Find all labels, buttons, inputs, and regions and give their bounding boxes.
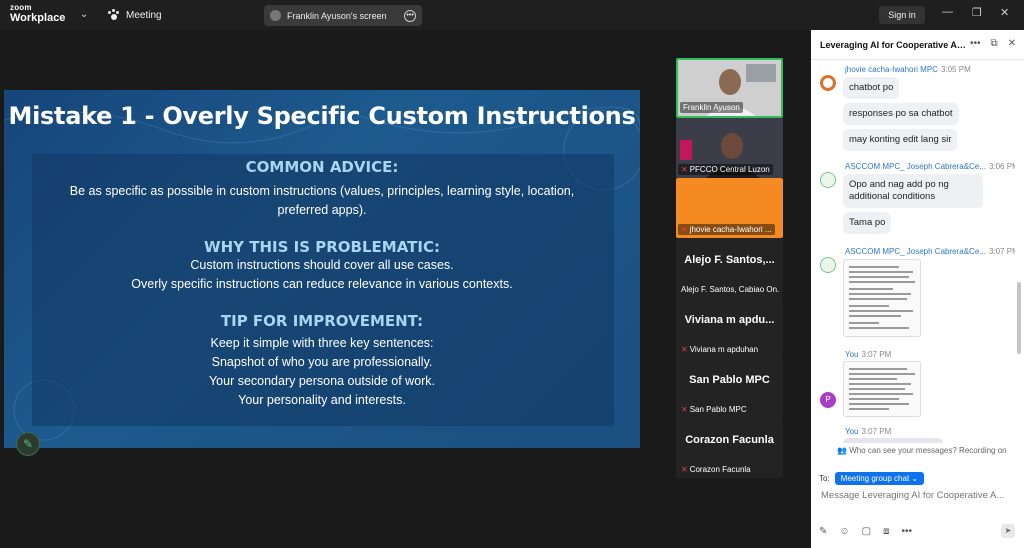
participant-tile[interactable]: Viviana m apdu... ✕ Viviana m apduhan [676, 298, 783, 358]
participant-tile[interactable]: Corazon Facunla ✕ Corazon Facunla [676, 418, 783, 478]
sign-in-button[interactable]: Sign in [879, 6, 925, 24]
participant-display-name: Alejo F. Santos,... [684, 254, 775, 266]
screen-share-indicator[interactable]: Franklin Ayuson's screen ••• [264, 5, 422, 26]
chevron-down-icon: ⌄ [911, 474, 919, 483]
screen-share-label: Franklin Ayuson's screen [287, 10, 387, 21]
section-why-problematic: WHY THIS IS PROBLEMATIC: Custom instruct… [4, 238, 640, 294]
recipient-row: To: Meeting group chat ⌄ [819, 472, 925, 485]
close-icon[interactable]: ✕ [1000, 6, 1009, 19]
more-options-icon[interactable]: ••• [901, 526, 912, 537]
file-icon[interactable]: ▢ [862, 526, 871, 537]
participant-name: ✕ jhovie cacha-Iwahori ... [678, 224, 775, 235]
section-heading: COMMON ADVICE: [245, 158, 399, 176]
chat-header-actions: ••• ⧉ ✕ [970, 38, 1016, 49]
chat-bubble[interactable]: may konting edit lang sir [843, 129, 958, 151]
section-common-advice: COMMON ADVICE: Be as specific as possibl… [4, 158, 640, 220]
avatar [820, 75, 836, 91]
avatar [820, 172, 836, 188]
format-icon[interactable]: ✎ [819, 526, 827, 537]
chat-scrollbar[interactable] [1017, 282, 1021, 354]
message-sender: You 3:07 PM [845, 350, 892, 359]
chat-bubble[interactable]: Tama po [843, 212, 892, 234]
minimize-icon[interactable]: — [942, 6, 953, 18]
chat-bubble[interactable]: responses po sa chatbot [843, 103, 959, 125]
mic-muted-icon: ✕ [681, 165, 688, 174]
meeting-tab[interactable]: Meeting [108, 9, 162, 21]
shared-screen-slide: Mistake 1 - Overly Specific Custom Instr… [4, 90, 640, 448]
participant-name: ✕ Viviana m apduhan [681, 345, 759, 354]
avatar [820, 257, 836, 273]
paw-icon [108, 9, 120, 21]
section-line: Your personality and interests. [238, 393, 406, 407]
message-sender: ASCCOM MPC_ Joseph Cabrera&Ce...3:06 PM [845, 162, 1015, 171]
send-icon[interactable]: ➤ [1001, 524, 1015, 538]
participant-name: Franklin Ayuson [680, 102, 743, 113]
image-attachment[interactable] [843, 361, 921, 417]
section-heading: TIP FOR IMPROVEMENT: [220, 312, 424, 330]
emoji-icon[interactable]: ☺ [839, 526, 849, 537]
section-line: preferred apps). [277, 203, 367, 217]
recipient-dropdown[interactable]: Meeting group chat ⌄ [834, 472, 925, 485]
message-sender: jhovie cacha-Iwahori MPC 3:05 PM [845, 65, 971, 74]
mic-muted-icon: ✕ [681, 225, 688, 234]
section-heading: WHY THIS IS PROBLEMATIC: [204, 238, 440, 256]
avatar [270, 10, 281, 21]
chat-message-list[interactable]: jhovie cacha-Iwahori MPC 3:05 PM chatbot … [811, 61, 1015, 443]
section-line: Snapshot of who you are professionally. [211, 355, 433, 369]
participant-name: Alejo F. Santos, Cabiao On... [681, 285, 780, 294]
participant-tile[interactable]: San Pablo MPC ✕ San Pablo MPC [676, 358, 783, 418]
chat-header: Leveraging AI for Cooperative Ad... ••• … [811, 30, 1024, 60]
participant-name: ✕ PFCCO Central Luzon [678, 164, 773, 175]
image-thumbnail [849, 368, 915, 410]
chat-message-input[interactable] [821, 490, 1015, 501]
participant-tile[interactable]: Franklin Ayuson [676, 58, 783, 118]
chat-toolbar: ✎ ☺ ▢ ⧈ ••• [819, 526, 912, 537]
pop-out-icon[interactable]: ⧉ [990, 38, 997, 49]
to-label: To: [819, 474, 830, 483]
mic-muted-icon: ✕ [681, 345, 688, 354]
section-line: Custom instructions should cover all use… [190, 258, 454, 272]
avatar: P [820, 392, 836, 408]
participant-name: ✕ Corazon Facunla [681, 465, 751, 474]
image-thumbnail [849, 266, 915, 329]
more-options-icon[interactable]: ••• [970, 38, 981, 49]
mic-muted-icon: ✕ [681, 405, 688, 414]
message-sender: ASCCOM MPC_ Joseph Cabrera&Ce...3:07 PM [845, 247, 1015, 256]
participant-tile[interactable]: Alejo F. Santos,... Alejo F. Santos, Cab… [676, 238, 783, 298]
section-line: Your secondary persona outside of work. [208, 374, 436, 388]
participant-tile[interactable]: ✕ jhovie cacha-Iwahori ... [676, 178, 783, 238]
restore-icon[interactable]: ❐ [972, 6, 982, 19]
chat-title: Leveraging AI for Cooperative Ad... [820, 40, 968, 50]
slide-title: Mistake 1 - Overly Specific Custom Instr… [8, 102, 636, 130]
message-sender: You 3:07 PM [845, 427, 892, 436]
participant-display-name: San Pablo MPC [689, 374, 770, 386]
chevron-down-icon[interactable]: ⌄ [80, 9, 88, 20]
visibility-notice[interactable]: 👥 Who can see your messages? Recording o… [837, 446, 1007, 455]
participant-display-name: Viviana m apdu... [684, 314, 775, 326]
participant-display-name: Corazon Facunla [685, 434, 774, 446]
meeting-label: Meeting [126, 9, 162, 21]
title-bar: zoom Workplace ⌄ Meeting Franklin Ayuson… [0, 0, 1024, 30]
chat-bubble[interactable]: chatbot po [843, 77, 900, 99]
section-line: Overly specific instructions can reduce … [131, 277, 513, 291]
section-line: Keep it simple with three key sentences: [210, 336, 434, 350]
chat-bubble[interactable] [843, 438, 943, 443]
annotate-pencil-icon[interactable]: ✎ [16, 432, 40, 456]
section-tip: TIP FOR IMPROVEMENT: Keep it simple with… [4, 312, 640, 410]
people-icon: 👥 [837, 446, 847, 455]
close-icon[interactable]: ✕ [1008, 38, 1016, 49]
participant-tile[interactable]: ✕ PFCCO Central Luzon [676, 118, 783, 178]
screenshot-icon[interactable]: ⧈ [883, 526, 889, 537]
mic-muted-icon: ✕ [681, 465, 688, 474]
chat-bubble[interactable]: Opo and nag add po ng additional conditi… [843, 174, 983, 208]
participant-name: ✕ San Pablo MPC [681, 405, 747, 414]
zoom-logo: zoom Workplace [10, 3, 66, 24]
more-options-icon[interactable]: ••• [404, 9, 416, 22]
section-line: Be as specific as possible in custom ins… [69, 184, 575, 198]
chat-panel: Leveraging AI for Cooperative Ad... ••• … [811, 30, 1024, 548]
image-attachment[interactable] [843, 259, 921, 337]
